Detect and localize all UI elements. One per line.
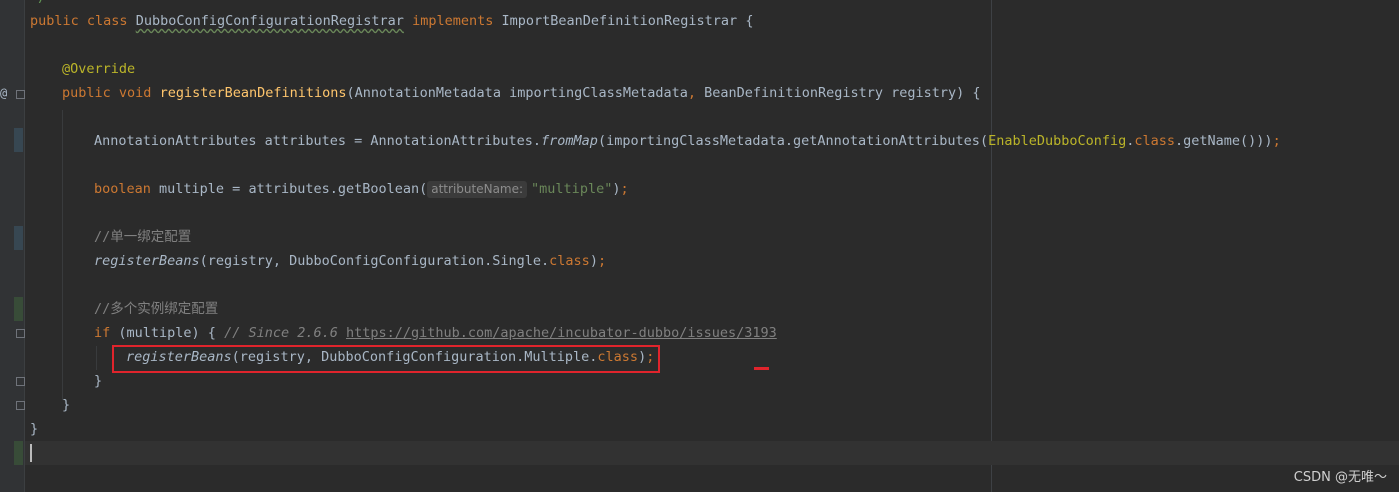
watermark: CSDN @无唯～ — [1293, 470, 1387, 485]
code-text: .getName())) — [1175, 133, 1273, 149]
fold-icon[interactable] — [16, 401, 25, 410]
code-line-comment-multi[interactable]: //多个实例绑定配置 — [94, 297, 218, 321]
keyword: implements — [412, 13, 494, 29]
fold-icon[interactable] — [16, 329, 25, 338]
method-call: registerBeans — [94, 253, 200, 269]
code-line-register-single[interactable]: registerBeans(registry, DubboConfigConfi… — [94, 249, 606, 273]
code-line-method-decl[interactable]: public void registerBeanDefinitions(Anno… — [62, 81, 981, 105]
annotation: @Override — [62, 61, 136, 77]
keyword: class — [86, 13, 128, 29]
keyword: class — [1134, 133, 1176, 149]
change-marker — [14, 441, 23, 465]
change-marker — [14, 128, 23, 152]
keyword: public — [62, 85, 111, 101]
current-line-highlight — [25, 441, 1399, 465]
code-line-close-method[interactable]: } — [62, 393, 70, 417]
method-name: registerBeanDefinitions — [159, 85, 347, 101]
change-marker — [14, 226, 23, 250]
string-literal: "multiple" — [531, 181, 613, 197]
keyword: public — [30, 13, 79, 29]
code-line-class-decl[interactable]: public class DubboConfigConfigurationReg… — [30, 9, 753, 33]
override-gutter-icon[interactable]: @ — [0, 86, 7, 100]
params: BeanDefinitionRegistry registry) { — [696, 85, 981, 101]
indent-guide — [62, 110, 63, 400]
method-call: fromMap — [541, 133, 598, 149]
indent-guide — [96, 346, 97, 370]
annotation-red-dash — [754, 367, 769, 370]
keyword: if — [94, 325, 111, 341]
semicolon: ; — [620, 181, 629, 197]
semicolon: ; — [1272, 133, 1281, 149]
code-line-if[interactable]: if (multiple) { // Since 2.6.6 https://g… — [94, 321, 777, 345]
code-line-attributes[interactable]: AnnotationAttributes attributes = Annota… — [94, 129, 1281, 153]
keyword: void — [118, 85, 152, 101]
code-line-boolean[interactable]: boolean multiple = attributes.getBoolean… — [94, 177, 629, 201]
change-marker — [14, 297, 23, 321]
parameter-hint: attributeName: — [427, 181, 528, 198]
code-line-close-if[interactable]: } — [94, 369, 102, 393]
code-line-close-class[interactable]: } — [30, 417, 38, 441]
code-text: ) — [589, 253, 598, 269]
annotation-ref: EnableDubboConfig — [988, 133, 1127, 149]
text-caret — [30, 444, 32, 462]
code-text: AnnotationAttributes attributes = Annota… — [94, 133, 542, 149]
code-line-override[interactable]: @Override — [62, 57, 135, 81]
semicolon: ; — [597, 253, 607, 269]
comma: , — [687, 85, 697, 101]
code-text: multiple = attributes.getBoolean( — [150, 181, 428, 197]
annotation-highlight-box — [112, 345, 660, 373]
keyword: boolean — [94, 181, 151, 197]
fold-icon[interactable] — [16, 90, 25, 99]
code-text: (multiple) { — [110, 325, 225, 341]
right-margin-guide — [991, 0, 992, 492]
comment: // Since 2.6.6 — [224, 325, 346, 341]
partial-comment-line: */ — [30, 0, 46, 6]
interface-name: ImportBeanDefinitionRegistrar — [501, 13, 738, 29]
fold-icon[interactable] — [16, 377, 25, 386]
code-text: (registry, DubboConfigConfiguration.Sing… — [199, 253, 550, 269]
params: (AnnotationMetadata importingClassMetada… — [346, 85, 688, 101]
keyword: class — [549, 253, 590, 269]
brace: { — [737, 13, 754, 29]
code-text: (importingClassMetadata.getAnnotationAtt… — [597, 133, 989, 149]
class-name: DubboConfigConfigurationRegistrar — [135, 13, 404, 29]
code-line-comment-single[interactable]: //单一绑定配置 — [94, 225, 191, 249]
comment-url[interactable]: https://github.com/apache/incubator-dubb… — [346, 325, 777, 341]
